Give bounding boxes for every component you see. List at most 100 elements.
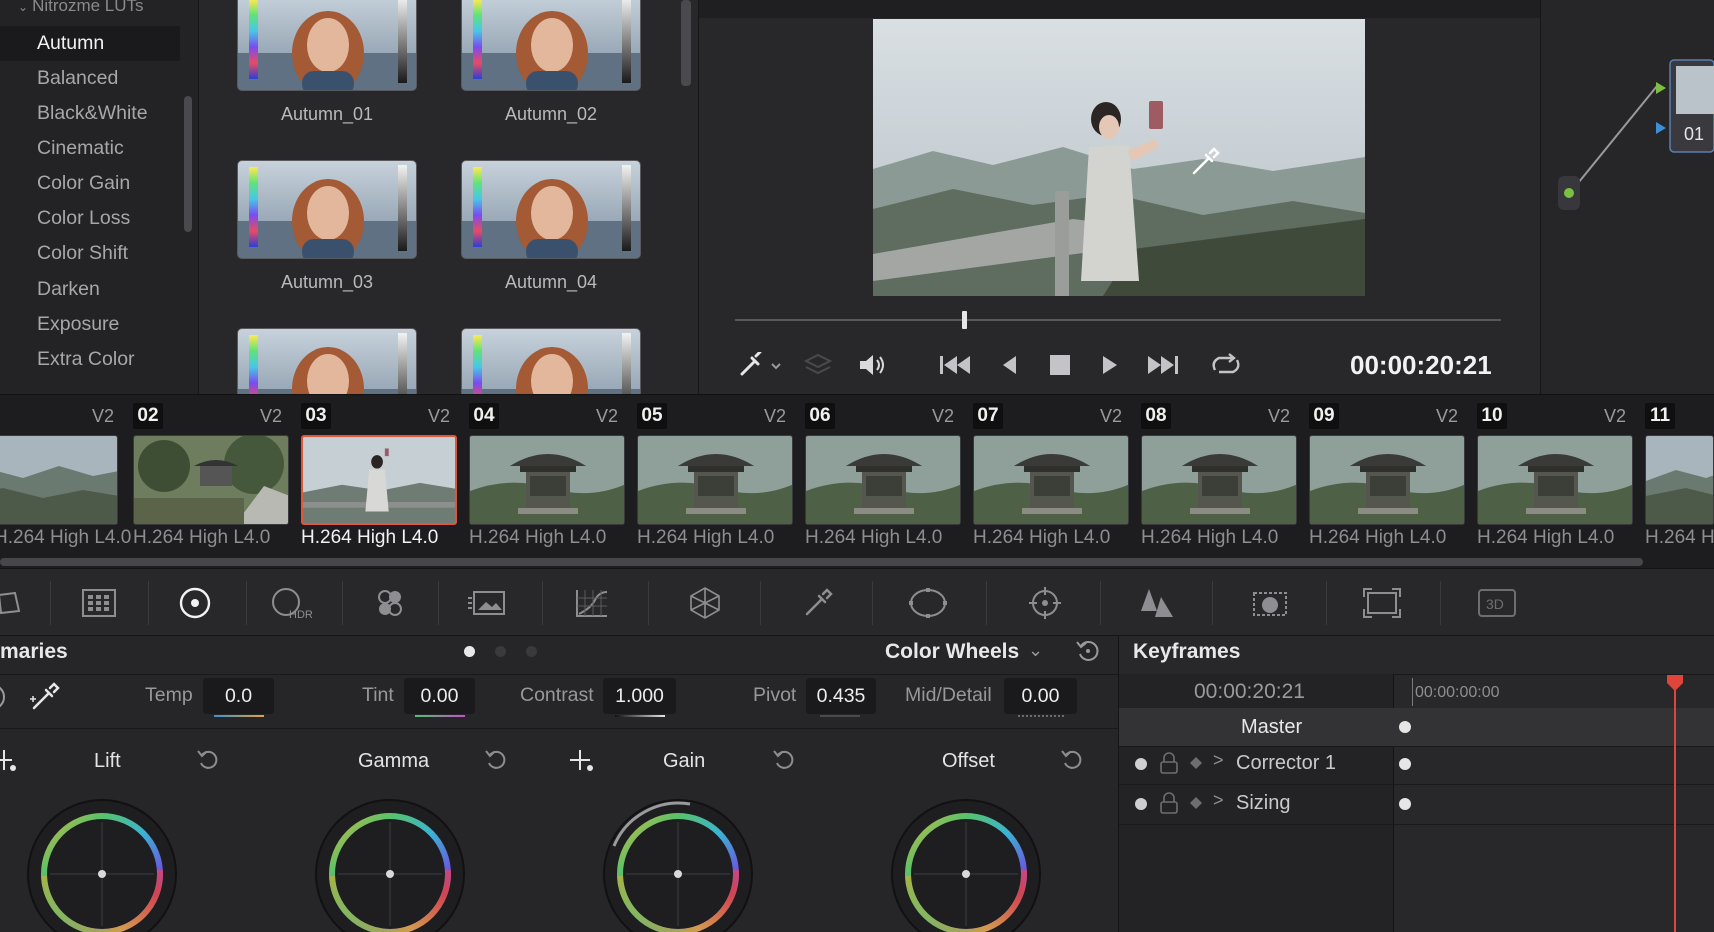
speaker-icon[interactable] <box>855 350 891 380</box>
offset-reset-icon[interactable] <box>1060 748 1084 777</box>
offset-wheel[interactable] <box>891 799 1041 932</box>
lift-reset-icon[interactable] <box>196 748 220 777</box>
layers-icon[interactable] <box>800 350 836 380</box>
keyframe-row-master[interactable] <box>1119 708 1714 746</box>
corrector-enable-dot[interactable] <box>1135 758 1147 770</box>
qualifier-icon[interactable] <box>798 583 838 623</box>
lut-folder-label[interactable]: ⌄ Nitrozme LUTs <box>18 0 144 16</box>
chevron-down-icon[interactable]: ⌄ <box>1028 640 1043 661</box>
sizing-enable-dot[interactable] <box>1135 798 1147 810</box>
loop-icon[interactable] <box>1206 350 1246 380</box>
window-icon[interactable] <box>908 583 948 623</box>
clip-thumbnail-11[interactable] <box>1645 435 1714 525</box>
blur-icon[interactable] <box>1250 583 1290 623</box>
viewer-playhead-handle[interactable] <box>962 311 968 329</box>
lut-thumbnail-autumn-04[interactable] <box>461 160 641 259</box>
color-warper-icon[interactable] <box>685 583 725 623</box>
clip-thumbnail-03[interactable] <box>301 435 457 525</box>
motion-effects-icon[interactable] <box>466 583 506 623</box>
gain-reset-icon[interactable] <box>772 748 796 777</box>
keyframe-marker[interactable] <box>1399 721 1411 733</box>
magic-mask-icon[interactable] <box>1137 583 1177 623</box>
stereo-3d-icon[interactable]: 3D <box>1477 583 1517 623</box>
viewer-frame[interactable] <box>873 19 1365 296</box>
lut-item-color-gain[interactable]: Color Gain <box>0 166 180 201</box>
tint-field[interactable]: 0.00 <box>404 678 475 714</box>
auto-balance-icon[interactable] <box>0 682 12 717</box>
lut-item-color-shift[interactable]: Color Shift <box>0 236 180 271</box>
node-label[interactable]: 01 <box>1684 124 1704 145</box>
stop-icon[interactable] <box>1045 350 1075 380</box>
lut-item-black-white[interactable]: Black&White <box>0 96 180 131</box>
play-icon[interactable] <box>1095 350 1125 380</box>
temp-field[interactable]: 0.0 <box>203 678 274 714</box>
primaries-mode-select[interactable]: Color Wheels <box>885 640 1019 664</box>
curves-icon[interactable] <box>572 583 612 623</box>
lut-list-scrollbar[interactable] <box>184 96 192 232</box>
page-dot[interactable] <box>526 646 537 657</box>
gain-picker-icon[interactable] <box>570 748 596 779</box>
lut-thumbnail-label: Autumn_02 <box>504 104 598 124</box>
page-dot[interactable] <box>495 646 506 657</box>
lut-thumbnail-autumn-05[interactable] <box>237 328 417 394</box>
gamma-reset-icon[interactable] <box>484 748 508 777</box>
gain-wheel[interactable] <box>603 799 753 932</box>
clip-thumbnail-06[interactable] <box>805 435 961 525</box>
rgb-mixer-icon[interactable] <box>370 583 410 623</box>
lift-picker-icon[interactable] <box>0 748 18 779</box>
clip-thumbnail-09[interactable] <box>1309 435 1465 525</box>
lut-item-exposure[interactable]: Exposure <box>0 307 180 342</box>
lut-grid-scrollbar[interactable] <box>681 0 691 86</box>
keyframe-marker[interactable] <box>1399 758 1411 770</box>
clip-thumbnail-08[interactable] <box>1141 435 1297 525</box>
lut-item-cinematic[interactable]: Cinematic <box>0 131 180 166</box>
clip-thumbnail-01[interactable] <box>0 435 118 525</box>
clip-thumbnail-05[interactable] <box>637 435 793 525</box>
clip-thumbnail-02[interactable] <box>133 435 289 525</box>
lift-wheel[interactable] <box>27 799 177 932</box>
skip-to-start-icon[interactable] <box>935 350 975 380</box>
keyframe-diamond-icon[interactable] <box>1189 796 1203 815</box>
clip-thumbnail-04[interactable] <box>469 435 625 525</box>
color-wheels-icon[interactable] <box>175 583 215 623</box>
lock-icon[interactable] <box>1159 752 1179 779</box>
lut-thumbnail-autumn-06[interactable] <box>461 328 641 394</box>
keyframe-marker[interactable] <box>1399 798 1411 810</box>
keyframes-playhead[interactable] <box>1674 676 1676 932</box>
lut-thumbnail-autumn-02[interactable] <box>461 0 641 91</box>
picker-tool-button[interactable] <box>730 350 790 380</box>
lut-item-autumn[interactable]: Autumn <box>0 26 180 61</box>
keyframe-diamond-icon[interactable] <box>1189 756 1203 775</box>
keyframes-playhead-handle[interactable] <box>1666 674 1684 697</box>
mid-detail-field[interactable]: 0.00 <box>1004 678 1077 714</box>
clip-strip-scrollbar[interactable] <box>0 558 1643 566</box>
reset-all-icon[interactable] <box>1075 638 1101 669</box>
lut-item-balanced[interactable]: Balanced <box>0 61 180 96</box>
lock-icon[interactable] <box>1159 792 1179 819</box>
color-match-icon[interactable] <box>79 583 119 623</box>
chevron-right-icon[interactable]: > <box>1213 750 1224 771</box>
lut-thumbnail-autumn-01[interactable] <box>237 0 417 91</box>
lut-thumbnail-autumn-03[interactable] <box>237 160 417 259</box>
page-dot-active[interactable] <box>464 646 475 657</box>
clip-thumbnail-10[interactable] <box>1477 435 1633 525</box>
camera-raw-icon[interactable] <box>0 583 30 623</box>
skip-to-end-icon[interactable] <box>1143 350 1183 380</box>
keyframes-title: Keyframes <box>1133 640 1241 663</box>
viewer-scrubber[interactable] <box>735 319 1501 321</box>
sizing-icon[interactable] <box>1362 583 1402 623</box>
pivot-field[interactable]: 0.435 <box>806 678 876 714</box>
lut-item-color-loss[interactable]: Color Loss <box>0 201 180 236</box>
lut-item-extra-color[interactable]: Extra Color <box>0 342 180 377</box>
step-back-icon[interactable] <box>995 350 1025 380</box>
white-balance-picker-icon[interactable] <box>30 682 64 717</box>
contrast-field[interactable]: 1.000 <box>603 678 676 714</box>
hdr-wheels-icon[interactable]: HDR <box>268 583 318 623</box>
clip-thumbnail-07[interactable] <box>973 435 1129 525</box>
chevron-right-icon[interactable]: > <box>1213 790 1224 811</box>
tracker-icon[interactable] <box>1025 583 1065 623</box>
gamma-wheel[interactable] <box>315 799 465 932</box>
clip-timeline-strip: V2 H.264 High L4.0 02 V2 H.264 High L4.0… <box>0 394 1714 568</box>
clip-codec-label: H.264 High L4.0 <box>1141 527 1279 548</box>
lut-item-darken[interactable]: Darken <box>0 272 180 307</box>
